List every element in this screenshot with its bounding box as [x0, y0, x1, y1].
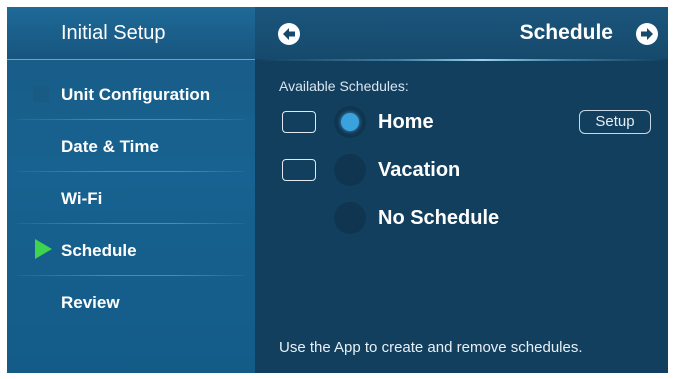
sidebar-item-label: Schedule: [61, 241, 137, 260]
header-divider: [255, 59, 668, 61]
sidebar-item-unit-configuration[interactable]: Unit Configuration: [7, 68, 255, 120]
radio-button[interactable]: [334, 106, 366, 138]
section-label: Available Schedules:: [279, 78, 409, 94]
sidebar-item-wifi[interactable]: Wi-Fi: [7, 172, 255, 224]
radio-button[interactable]: [334, 154, 366, 186]
setup-button[interactable]: Setup: [579, 110, 651, 134]
checkbox[interactable]: [282, 159, 316, 181]
main-panel: Schedule Available Schedules: Home Setup…: [255, 7, 668, 373]
sidebar-item-label: Review: [61, 293, 120, 312]
schedule-option-home: Home Setup: [255, 104, 668, 144]
sidebar-item-review[interactable]: Review: [7, 276, 255, 328]
sidebar-item-schedule[interactable]: Schedule: [7, 224, 255, 276]
option-label: Home: [378, 111, 434, 133]
main-header: Schedule: [255, 7, 668, 59]
play-triangle-icon: [35, 239, 52, 259]
thermostat-screen: Initial Setup Unit Configuration Date & …: [7, 7, 668, 373]
schedule-option-no-schedule: No Schedule: [255, 200, 668, 240]
sidebar-item-label: Unit Configuration: [61, 85, 211, 104]
sidebar-item-label: Wi-Fi: [61, 189, 103, 208]
arrow-right-circle-icon[interactable]: [636, 23, 658, 45]
sidebar: Initial Setup Unit Configuration Date & …: [7, 7, 255, 373]
footer-hint: Use the App to create and remove schedul…: [279, 339, 583, 356]
option-label: No Schedule: [378, 207, 500, 229]
sidebar-title: Initial Setup: [61, 22, 166, 44]
sidebar-item-label: Date & Time: [61, 137, 159, 156]
page-title: Schedule: [519, 21, 613, 44]
completed-marker-icon: [33, 86, 49, 102]
sidebar-header: Initial Setup: [7, 7, 255, 60]
schedule-option-vacation: Vacation: [255, 152, 668, 192]
sidebar-item-date-time[interactable]: Date & Time: [7, 120, 255, 172]
radio-button[interactable]: [334, 202, 366, 234]
arrow-left-circle-icon[interactable]: [278, 23, 300, 45]
option-label: Vacation: [378, 159, 461, 181]
checkbox[interactable]: [282, 111, 316, 133]
